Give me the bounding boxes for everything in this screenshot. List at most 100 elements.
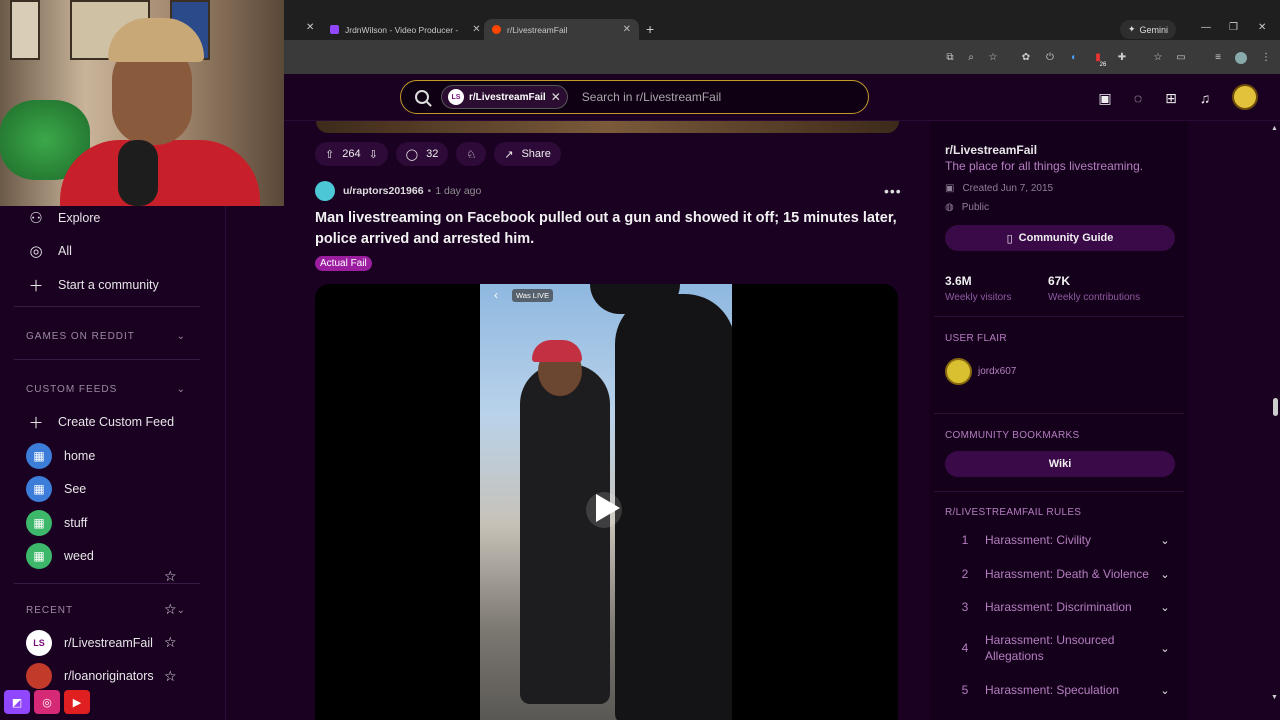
new-tab-icon[interactable]: + xyxy=(646,21,654,37)
recent-label: r/loanoriginators xyxy=(64,669,154,683)
extension-icon[interactable]: ◖ xyxy=(1067,52,1079,64)
gemini-button[interactable]: ✦ Gemini xyxy=(1120,20,1177,39)
install-icon[interactable]: ⧉ xyxy=(944,52,956,64)
video-player[interactable]: ‹ Was LIVE xyxy=(315,284,898,720)
create-custom-feed-button[interactable]: ＋ Create Custom Feed xyxy=(26,412,174,432)
comments-button[interactable]: ◯ 32 xyxy=(395,142,449,166)
feed-item-weed[interactable]: ▦ weed xyxy=(26,543,94,569)
weekly-contributions-count: 67K xyxy=(1048,274,1071,288)
bookmarks-heading: COMMUNITY BOOKMARKS xyxy=(945,430,1080,441)
close-icon[interactable]: ✕ xyxy=(551,90,561,104)
post-actions: ⇧ 264 ⇩ ◯ 32 ♘ ↗ Share xyxy=(315,142,561,166)
book-icon: ▯ xyxy=(1006,232,1013,245)
chat-icon[interactable]: ◌ xyxy=(1129,89,1147,107)
community-avatar xyxy=(26,663,52,689)
recent-toggle[interactable]: RECENT ⌄ xyxy=(26,605,186,616)
reading-list-icon[interactable]: ≡ xyxy=(1212,52,1224,64)
games-section-toggle[interactable]: GAMES ON REDDIT ⌄ xyxy=(26,331,186,342)
sidebar-item-all[interactable]: ◎ All xyxy=(26,241,71,261)
notifications-icon[interactable]: ♫ xyxy=(1196,89,1214,107)
flair-username[interactable]: jordx607 xyxy=(978,366,1016,377)
share-button[interactable]: ↗ Share xyxy=(494,142,561,166)
chevron-down-icon: ⌄ xyxy=(1160,601,1170,614)
search-input[interactable]: Search in r/LivestreamFail xyxy=(582,90,721,104)
feed-label: stuff xyxy=(64,516,88,530)
recent-item-livestreamfail[interactable]: LS r/LivestreamFail xyxy=(26,630,153,656)
custom-feeds-toggle[interactable]: CUSTOM FEEDS ⌄ xyxy=(26,384,186,395)
side-panel-icon[interactable]: ▭ xyxy=(1175,52,1187,64)
search-bar[interactable]: LS r/LivestreamFail ✕ Search in r/Livest… xyxy=(400,80,869,114)
post-flair[interactable]: Actual Fail xyxy=(315,256,372,271)
zoom-icon[interactable]: ⌕ xyxy=(965,52,977,64)
bookmarks-icon[interactable]: ☆ xyxy=(1152,52,1164,64)
user-avatar[interactable] xyxy=(315,181,335,201)
feed-label: See xyxy=(64,482,87,496)
close-tab-icon[interactable]: ✕ xyxy=(623,24,631,35)
flair-avatar[interactable] xyxy=(945,358,972,385)
rule-item[interactable]: 5 Harassment: Speculation ⌄ xyxy=(945,682,1175,698)
feed-item-home[interactable]: ▦ home xyxy=(26,443,95,469)
browser-toolbar: ⧉ ⌕ ☆ ✿ ⏻ ◖ ▮ 26 ✚ ☆ ▭ ≡ ⋮ xyxy=(284,40,1280,74)
tab-livestreamfail[interactable]: r/LivestreamFail ✕ xyxy=(484,19,639,40)
rule-item[interactable]: 4 Harassment: Unsourced Allegations ⌄ xyxy=(945,632,1175,664)
restore-icon[interactable]: ❐ xyxy=(1229,22,1238,33)
user-flair-heading: USER FLAIR xyxy=(945,333,1007,344)
upvote-icon[interactable]: ⇧ xyxy=(325,148,334,161)
more-options-icon[interactable]: ••• xyxy=(884,183,902,199)
rule-item[interactable]: 3 Harassment: Discrimination ⌄ xyxy=(945,599,1175,615)
scrollbar-thumb[interactable] xyxy=(1273,398,1278,416)
youtube-icon: ▶ xyxy=(64,690,90,714)
minimize-icon[interactable]: — xyxy=(1201,22,1211,33)
webcam-mic xyxy=(118,140,158,206)
wiki-label: Wiki xyxy=(1048,458,1072,470)
recent-item-loanoriginators[interactable]: r/loanoriginators xyxy=(26,663,154,689)
community-search-chip[interactable]: LS r/LivestreamFail ✕ xyxy=(441,85,568,109)
puzzle-icon[interactable]: ✚ xyxy=(1116,52,1128,64)
star-icon[interactable]: ☆ xyxy=(164,634,177,651)
reddit-header: LS r/LivestreamFail ✕ Search in r/Livest… xyxy=(284,74,1280,121)
play-icon[interactable] xyxy=(596,494,620,522)
rule-item[interactable]: 1 Harassment: Civility ⌄ xyxy=(945,532,1175,548)
flair-label: Actual Fail xyxy=(320,258,367,269)
window-close-icon[interactable]: ✕ xyxy=(1258,22,1266,33)
community-name[interactable]: r/LivestreamFail xyxy=(945,143,1037,157)
sparkle-icon: ✦ xyxy=(1128,24,1136,34)
close-tab-icon[interactable]: ✕ xyxy=(472,24,480,35)
wiki-button[interactable]: Wiki xyxy=(945,451,1175,477)
close-tab-icon[interactable]: ✕ xyxy=(306,22,314,33)
extension-badge-count: 26 xyxy=(1099,62,1107,68)
rules-heading: R/LIVESTREAMFAIL RULES xyxy=(945,507,1082,518)
post-feed: ⇧ 264 ⇩ ◯ 32 ♘ ↗ Share u/raptors201966 •… xyxy=(226,121,930,720)
tab-jrdnwilson[interactable]: JrdnWilson - Video Producer - ✕ xyxy=(330,19,481,40)
award-button[interactable]: ♘ xyxy=(456,142,487,166)
feed-item-see[interactable]: ▦ See xyxy=(26,476,86,502)
post-username[interactable]: u/raptors201966 xyxy=(343,185,424,197)
extension-icon[interactable]: ✿ xyxy=(1020,52,1032,64)
sidebar-item-start-community[interactable]: ＋ Start a community xyxy=(26,275,158,295)
rule-text: Harassment: Discrimination xyxy=(985,600,1132,614)
create-post-icon[interactable]: ⊞ xyxy=(1162,89,1180,107)
rule-item[interactable]: 2 Harassment: Death & Violence ⌄ xyxy=(945,566,1175,582)
post-title[interactable]: Man livestreaming on Facebook pulled out… xyxy=(315,208,905,250)
reddit-favicon-icon xyxy=(492,25,501,34)
divider xyxy=(14,306,200,307)
profile-icon[interactable] xyxy=(1235,52,1247,64)
sidebar-item-explore[interactable]: ⚇ Explore xyxy=(26,208,100,228)
rule-number: 4 xyxy=(961,641,969,655)
feed-item-stuff[interactable]: ▦ stuff xyxy=(26,510,87,536)
user-avatar[interactable] xyxy=(1232,84,1258,110)
menu-icon[interactable]: ⋮ xyxy=(1260,52,1272,64)
power-icon[interactable]: ⏻ xyxy=(1044,52,1056,64)
comment-icon: ◯ xyxy=(405,148,419,161)
separator: • xyxy=(427,185,432,197)
advertise-icon[interactable]: ▣ xyxy=(1096,89,1114,107)
scroll-down-icon[interactable]: ▼ xyxy=(1271,694,1278,701)
scroll-up-icon[interactable]: ▲ xyxy=(1271,125,1278,132)
recent-heading: RECENT xyxy=(26,605,74,616)
bookmark-star-icon[interactable]: ☆ xyxy=(987,52,999,64)
community-guide-button[interactable]: ▯ Community Guide xyxy=(945,225,1175,251)
back-icon: ‹ xyxy=(494,288,498,302)
downvote-icon[interactable]: ⇩ xyxy=(369,148,378,161)
previous-post-media xyxy=(316,121,899,133)
star-icon[interactable]: ☆ xyxy=(164,668,177,685)
